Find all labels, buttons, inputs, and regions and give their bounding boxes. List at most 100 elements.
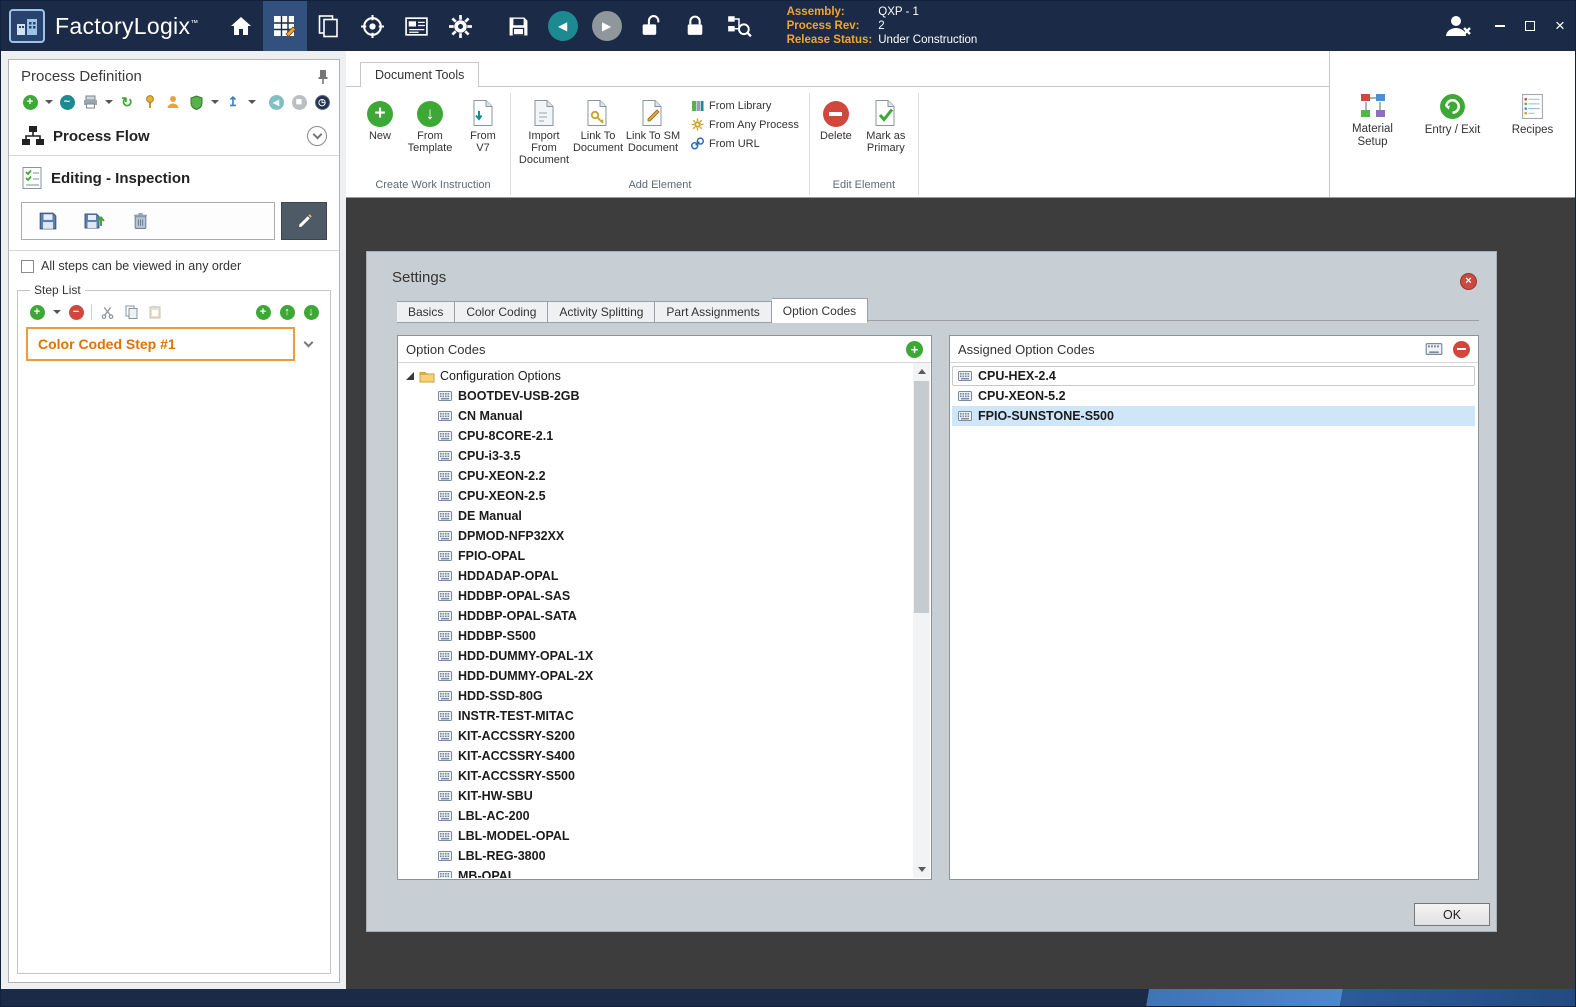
logout-user-button[interactable] — [1431, 1, 1485, 51]
stop-icon[interactable]: ■ — [290, 93, 308, 111]
user-icon[interactable] — [164, 93, 182, 111]
settings-tab[interactable]: Color Coding — [455, 301, 549, 323]
from-library-button[interactable]: From Library — [691, 99, 799, 112]
target-button[interactable] — [351, 1, 395, 51]
option-code-item[interactable]: KIT-ACCSSRY-S500 — [398, 766, 913, 786]
add-process-caret-icon[interactable] — [45, 100, 53, 104]
option-code-item[interactable]: LBL-AC-200 — [398, 806, 913, 826]
tab-document-tools[interactable]: Document Tools — [360, 62, 480, 87]
forward-button[interactable]: ▶ — [585, 1, 629, 51]
option-code-item[interactable]: FPIO-OPAL — [398, 546, 913, 566]
option-code-item[interactable]: CPU-XEON-2.2 — [398, 466, 913, 486]
export-icon[interactable]: ↥ — [224, 93, 242, 111]
settings-tab[interactable]: Part Assignments — [655, 301, 772, 323]
option-codes-scrollbar[interactable] — [913, 363, 930, 878]
assigned-option-item[interactable]: FPIO-SUNSTONE-S500 — [952, 406, 1475, 426]
add-process-icon[interactable]: + — [21, 93, 39, 111]
minimize-button[interactable] — [1485, 1, 1515, 51]
save-as-template-button[interactable] — [76, 206, 112, 236]
scrollbar-thumb[interactable] — [914, 381, 929, 613]
cut-icon[interactable] — [98, 303, 116, 321]
settings-button[interactable] — [439, 1, 483, 51]
order-checkbox[interactable] — [21, 259, 34, 273]
option-code-item[interactable]: HDDBP-OPAL-SAS — [398, 586, 913, 606]
option-code-item[interactable]: CPU-8CORE-2.1 — [398, 426, 913, 446]
option-code-item[interactable]: LBL-MODEL-OPAL — [398, 826, 913, 846]
link-to-sm-document-button[interactable]: Link To SM Document — [625, 93, 681, 154]
move-step-down-icon[interactable]: ↓ — [302, 303, 320, 321]
assigned-option-item[interactable]: CPU-HEX-2.4 — [952, 366, 1475, 386]
mark-as-primary-button[interactable]: Mark as Primary — [860, 93, 912, 154]
from-v7-button[interactable]: From V7 — [462, 93, 504, 154]
previous-step-icon[interactable]: ◀ — [267, 93, 285, 111]
tree-root-configuration-options[interactable]: Configuration Options — [398, 366, 913, 386]
export-caret-icon[interactable] — [248, 100, 256, 104]
tree-expander-icon[interactable] — [406, 372, 414, 380]
dialog-close-button[interactable]: × — [1460, 273, 1477, 290]
option-code-item[interactable]: CN Manual — [398, 406, 913, 426]
assigned-option-item[interactable]: CPU-XEON-5.2 — [952, 386, 1475, 406]
delete-element-button[interactable]: Delete — [816, 93, 856, 142]
from-any-process-button[interactable]: From Any Process — [691, 118, 799, 131]
option-code-item[interactable]: HDDBP-S500 — [398, 626, 913, 646]
option-code-item[interactable]: HDD-DUMMY-OPAL-2X — [398, 666, 913, 686]
process-editor-button[interactable] — [262, 1, 307, 51]
import-from-document-button[interactable]: Import From Document — [517, 93, 571, 166]
assign-option-button[interactable]: + — [906, 340, 923, 358]
maximize-button[interactable] — [1515, 1, 1545, 51]
process-search-button[interactable] — [717, 1, 761, 51]
copy-icon[interactable] — [122, 303, 140, 321]
home-button[interactable] — [219, 1, 263, 51]
remove-assigned-button[interactable] — [1453, 340, 1470, 358]
shield-caret-icon[interactable] — [211, 100, 219, 104]
material-setup-button[interactable]: Material Setup — [1340, 93, 1406, 149]
option-code-item[interactable]: KIT-HW-SBU — [398, 786, 913, 806]
option-code-item[interactable]: HDD-DUMMY-OPAL-1X — [398, 646, 913, 666]
option-code-item[interactable]: KIT-ACCSSRY-S400 — [398, 746, 913, 766]
keyboard-entry-icon[interactable] — [1425, 343, 1443, 355]
option-code-item[interactable]: LBL-REG-3800 — [398, 846, 913, 866]
settings-tab[interactable]: Activity Splitting — [548, 301, 656, 323]
remove-step-icon[interactable]: − — [67, 303, 85, 321]
move-step-up-icon[interactable]: ↑ — [278, 303, 296, 321]
unlock-button[interactable] — [629, 1, 673, 51]
ok-button[interactable]: OK — [1414, 903, 1490, 926]
option-code-item[interactable]: CPU-i3-3.5 — [398, 446, 913, 466]
lock-button[interactable] — [673, 1, 717, 51]
paste-icon[interactable] — [146, 303, 164, 321]
find-step-icon[interactable]: + — [254, 303, 272, 321]
option-code-item[interactable]: HDDADAP-OPAL — [398, 566, 913, 586]
new-button[interactable]: + New — [362, 93, 398, 142]
close-button[interactable]: × — [1545, 1, 1575, 51]
add-step-caret-icon[interactable] — [53, 310, 61, 314]
option-code-item[interactable]: HDD-SSD-80G — [398, 686, 913, 706]
edit-mode-button[interactable] — [281, 202, 327, 240]
news-button[interactable] — [395, 1, 439, 51]
documents-button[interactable] — [307, 1, 351, 51]
step-chevron-icon[interactable] — [303, 337, 314, 348]
back-button[interactable]: ◀ — [541, 1, 585, 51]
collapse-section-button[interactable] — [307, 126, 327, 146]
option-code-item[interactable]: INSTR-TEST-MITAC — [398, 706, 913, 726]
scroll-down-icon[interactable] — [913, 861, 930, 878]
pin-icon[interactable] — [317, 69, 329, 85]
option-code-item[interactable]: MB-OPAL — [398, 866, 913, 878]
option-code-item[interactable]: CPU-XEON-2.5 — [398, 486, 913, 506]
web-link-icon[interactable]: ~ — [58, 93, 76, 111]
settings-tab[interactable]: Basics — [397, 301, 456, 323]
from-url-button[interactable]: From URL — [691, 137, 799, 150]
pushpin-icon[interactable] — [141, 93, 159, 111]
shield-icon[interactable] — [187, 93, 205, 111]
print-caret-icon[interactable] — [105, 100, 113, 104]
option-code-item[interactable]: DE Manual — [398, 506, 913, 526]
save-button[interactable] — [497, 1, 541, 51]
option-code-item[interactable]: BOOTDEV-USB-2GB — [398, 386, 913, 406]
option-code-item[interactable]: KIT-ACCSSRY-S200 — [398, 726, 913, 746]
process-flow-row[interactable]: Process Flow — [9, 117, 339, 156]
step-item[interactable]: Color Coded Step #1 — [26, 327, 295, 361]
link-to-document-button[interactable]: Link To Document — [573, 93, 623, 154]
option-code-item[interactable]: DPMOD-NFP32XX — [398, 526, 913, 546]
from-template-button[interactable]: ↓ From Template — [402, 93, 458, 154]
entry-exit-button[interactable]: Entry / Exit — [1420, 93, 1486, 137]
delete-document-button[interactable] — [122, 206, 158, 236]
